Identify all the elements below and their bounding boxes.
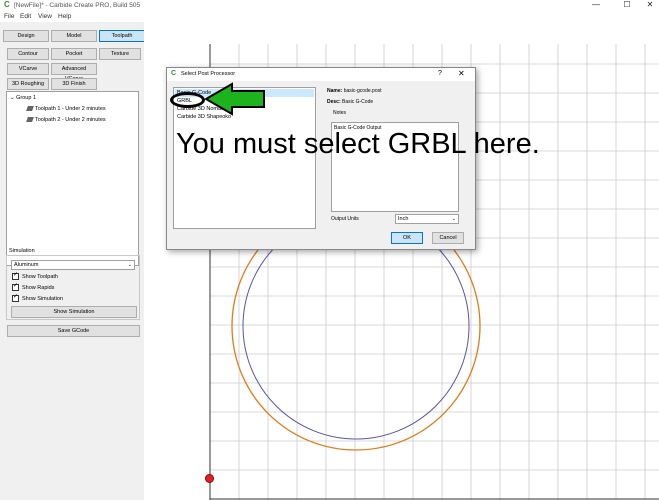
tab-toolpath[interactable]: Toolpath [99,30,145,42]
desc-row: Desc: Basic G-Code [327,99,374,105]
dialog-close-button[interactable]: ✕ [458,69,465,78]
contour-button[interactable]: Contour [7,48,49,60]
toolpath-icon [26,117,34,123]
maximize-button[interactable]: ☐ [615,0,639,11]
menu-view[interactable]: View [38,13,52,20]
help-button[interactable]: ? [438,70,442,77]
menu-file[interactable]: File [4,13,14,20]
simulation-group: Aluminum ⌄ Show Toolpath Show Rapids Sho… [6,255,140,320]
grbl-highlight-ring [170,92,205,108]
menu-bar: File Edit View Help [0,11,659,22]
menu-help[interactable]: Help [58,13,71,20]
close-button[interactable]: ✕ [638,0,659,11]
simulation-label: Simulation [9,248,35,254]
tab-model[interactable]: Model [51,30,97,42]
show-simulation-checkbox[interactable]: Show Simulation [12,294,63,303]
dialog-title: Select Post Processor [181,71,236,77]
tree-toolpath-item[interactable]: Toolpath 1 - Under 2 minutes [26,106,106,112]
tab-design[interactable]: Design [3,30,49,42]
save-gcode-button[interactable]: Save GCode [7,325,140,337]
window-title: [NewFile]* - Carbide Create PRO, Build 5… [14,2,141,9]
3d-finish-button[interactable]: 3D Finish [51,78,97,90]
origin-marker-icon [205,474,214,483]
chevron-down-icon: ⌄ [451,216,456,222]
3d-roughing-button[interactable]: 3D Roughing [7,78,49,90]
checkbox-checked-icon [12,272,19,280]
toolpath-icon [26,106,34,112]
output-units-label: Output Units [331,216,359,222]
name-row: Name: basic-gcode.post [327,88,382,94]
title-bar: C [NewFile]* - Carbide Create PRO, Build… [0,0,659,11]
carbide-app-icon: C [171,70,177,77]
dialog-title-bar: C Select Post Processor ? ✕ [167,68,475,81]
list-item[interactable]: Carbide 3D Shapeoko [175,113,314,121]
ok-button[interactable]: OK [391,232,423,244]
toolpath-tree[interactable]: ⌄ Group 1 Toolpath 1 - Under 2 minutes T… [6,91,139,266]
cancel-button[interactable]: Cancel [432,232,464,244]
texture-button[interactable]: Texture [99,48,141,60]
annotation-text: You must select GRBL here. [176,128,540,160]
show-simulation-button[interactable]: Show Simulation [11,306,137,318]
material-select[interactable]: Aluminum ⌄ [11,260,135,270]
checkbox-checked-icon [12,283,19,291]
vcarve-button[interactable]: VCarve [7,63,49,75]
pocket-button[interactable]: Pocket [51,48,97,60]
desc-value: Basic G-Code [342,99,374,105]
carbide-app-icon: C [4,0,10,9]
notes-label: Notes [333,110,347,116]
show-toolpath-checkbox[interactable]: Show Toolpath [12,272,58,281]
show-rapids-checkbox[interactable]: Show Rapids [12,283,54,292]
checkbox-checked-icon [12,294,19,302]
minimize-button[interactable]: — [584,0,608,11]
chevron-down-icon: ⌄ [127,262,132,268]
menu-edit[interactable]: Edit [20,13,31,20]
advanced-vcarve-button[interactable]: Advanced VCarve [51,63,97,82]
left-panel: Design Model Toolpath Contour Pocket Tex… [0,22,145,500]
tree-group[interactable]: ⌄ Group 1 [10,95,36,101]
output-units-select[interactable]: Inch ⌄ [395,214,459,224]
name-value: basic-gcode.post [343,88,382,94]
tree-toolpath-item[interactable]: Toolpath 2 - Under 2 minutes [26,117,106,123]
